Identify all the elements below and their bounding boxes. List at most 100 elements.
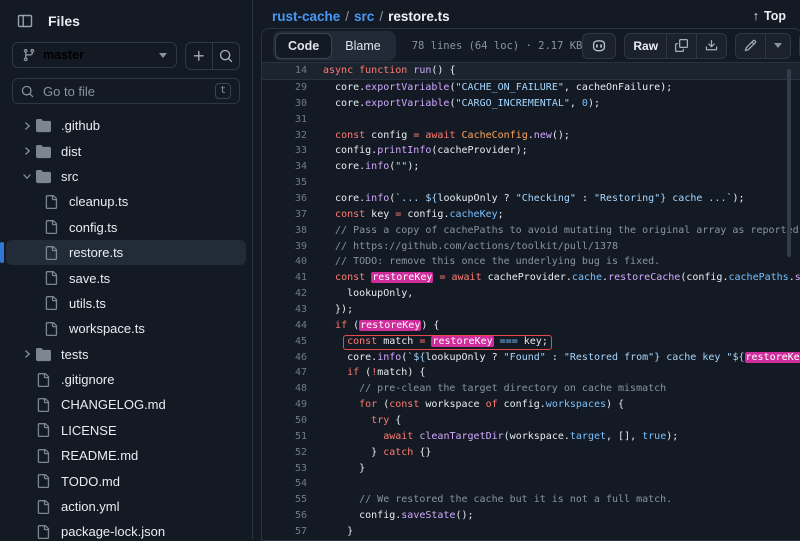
edit-dropdown-button[interactable]: [765, 34, 790, 58]
line-number[interactable]: 42: [262, 286, 307, 302]
code-line-54: 54: [262, 476, 800, 492]
tree-item-TODO.md[interactable]: TODO.md: [6, 468, 246, 493]
go-to-file-input[interactable]: [41, 83, 208, 100]
back-to-top-link[interactable]: ↑ Top: [753, 9, 786, 23]
scrollbar-thumb[interactable]: [787, 69, 791, 257]
copilot-button[interactable]: [582, 33, 616, 59]
tree-chevron[interactable]: [18, 170, 36, 182]
raw-button[interactable]: Raw: [625, 34, 666, 58]
tree-item-label: restore.ts: [69, 245, 123, 260]
line-number[interactable]: 39: [262, 239, 307, 255]
match-highlight: restoreKey: [745, 352, 800, 363]
code-line-44: 44 if (restoreKey) {: [262, 318, 800, 334]
download-button[interactable]: [696, 34, 726, 58]
go-to-file-search[interactable]: t: [12, 78, 240, 104]
tree-item-workspace.ts[interactable]: workspace.ts: [6, 316, 246, 341]
code-line-50: 50 try {: [262, 413, 800, 429]
line-number[interactable]: 35: [262, 175, 307, 191]
file-tree: .githubdist src cleanup.tsconfig.ts restore…: [0, 113, 252, 539]
code-line-38: 38 // Pass a copy of cachePaths to avoid…: [262, 223, 800, 239]
line-number[interactable]: 48: [262, 381, 307, 397]
branch-name: master: [43, 48, 152, 62]
line-number[interactable]: 33: [262, 143, 307, 159]
code-line-29: 29 core.exportVariable("CACHE_ON_FAILURE…: [262, 80, 800, 96]
code-line-43: 43 });: [262, 302, 800, 318]
file-toolbar: Code Blame 78 lines (64 loc) · 2.17 KB: [262, 29, 800, 62]
tree-chevron[interactable]: [18, 348, 36, 360]
line-number[interactable]: 40: [262, 254, 307, 270]
tab-blame[interactable]: Blame: [332, 33, 393, 59]
tree-item-src[interactable]: src: [6, 164, 246, 189]
line-number[interactable]: 31: [262, 112, 307, 128]
tree-item-package-lock.json[interactable]: package-lock.json: [6, 519, 246, 539]
line-number[interactable]: 14: [262, 63, 307, 79]
code-text: // We restored the cache but it is not a…: [323, 492, 672, 508]
branch-selector[interactable]: master: [12, 42, 177, 68]
copy-raw-button[interactable]: [666, 34, 696, 58]
line-number[interactable]: 41: [262, 270, 307, 286]
line-number[interactable]: 57: [262, 524, 307, 540]
line-number[interactable]: 49: [262, 397, 307, 413]
tree-chevron[interactable]: [18, 120, 36, 132]
line-number[interactable]: 55: [262, 492, 307, 508]
tree-item-save.ts[interactable]: save.ts: [6, 265, 246, 290]
sidebar-toggle-button[interactable]: [12, 8, 38, 34]
breadcrumb-current-file: restore.ts: [388, 9, 450, 24]
line-number[interactable]: 37: [262, 207, 307, 223]
chevron-right-icon: [21, 145, 33, 157]
breadcrumb-dir-link[interactable]: src: [354, 9, 374, 24]
code-text: // https://github.com/actions/toolkit/pu…: [323, 239, 618, 255]
line-number[interactable]: 54: [262, 476, 307, 492]
line-number[interactable]: 47: [262, 365, 307, 381]
breadcrumb-separator: /: [379, 9, 383, 24]
code-text: } catch {}: [323, 445, 431, 461]
line-number[interactable]: 32: [262, 128, 307, 144]
breadcrumb-repo-link[interactable]: rust-cache: [272, 9, 340, 24]
code-line-35: 35: [262, 175, 800, 191]
code-text: async function run() {: [323, 63, 456, 79]
line-number[interactable]: 29: [262, 80, 307, 96]
code-line-49: 49 for (const workspace of config.worksp…: [262, 397, 800, 413]
line-number[interactable]: 52: [262, 445, 307, 461]
code-text: core.info(`${lookupOnly ? "Found" : "Res…: [323, 350, 800, 366]
tree-item-CHANGELOG.md[interactable]: CHANGELOG.md: [6, 392, 246, 417]
code-text: const match = restoreKey === key;: [323, 334, 552, 350]
edit-file-button[interactable]: [736, 34, 765, 58]
line-number[interactable]: 53: [262, 461, 307, 477]
tree-item-README.md[interactable]: README.md: [6, 443, 246, 468]
line-number[interactable]: 44: [262, 318, 307, 334]
line-number[interactable]: 43: [262, 302, 307, 318]
new-file-button[interactable]: [186, 43, 212, 69]
line-number[interactable]: 56: [262, 508, 307, 524]
line-number[interactable]: 50: [262, 413, 307, 429]
code-text: }: [323, 461, 365, 477]
tree-item-tests[interactable]: tests: [6, 342, 246, 367]
tree-item-restore.ts[interactable]: restore.ts: [6, 240, 246, 265]
line-number[interactable]: 46: [262, 350, 307, 366]
line-number[interactable]: 34: [262, 159, 307, 175]
line-number[interactable]: 45: [262, 334, 307, 350]
code-line-55: 55 // We restored the cache but it is no…: [262, 492, 800, 508]
tree-item-cleanup.ts[interactable]: cleanup.ts: [6, 189, 246, 214]
line-number[interactable]: 36: [262, 191, 307, 207]
code-text: const restoreKey = await cacheProvider.c…: [323, 270, 800, 286]
tree-item-label: src: [61, 169, 78, 184]
tree-item-utils.ts[interactable]: utils.ts: [6, 291, 246, 316]
caret-down-icon: [159, 53, 167, 58]
line-number[interactable]: 38: [262, 223, 307, 239]
tree-item-action.yml[interactable]: action.yml: [6, 494, 246, 519]
tree-chevron[interactable]: [18, 145, 36, 157]
tree-item-config.ts[interactable]: config.ts: [6, 215, 246, 240]
code-text: });: [323, 302, 353, 318]
tab-code[interactable]: Code: [275, 33, 332, 59]
search-files-button[interactable]: [212, 43, 239, 69]
code-text: core.exportVariable("CACHE_ON_FAILURE", …: [323, 80, 672, 96]
tree-item-.github[interactable]: .github: [6, 113, 246, 138]
tree-item-dist[interactable]: dist: [6, 138, 246, 163]
tree-item-LICENSE[interactable]: LICENSE: [6, 418, 246, 443]
arrow-up-icon: ↑: [753, 9, 759, 23]
line-number[interactable]: 30: [262, 96, 307, 112]
tree-item-.gitignore[interactable]: .gitignore: [6, 367, 246, 392]
code-line-31: 31: [262, 112, 800, 128]
line-number[interactable]: 51: [262, 429, 307, 445]
